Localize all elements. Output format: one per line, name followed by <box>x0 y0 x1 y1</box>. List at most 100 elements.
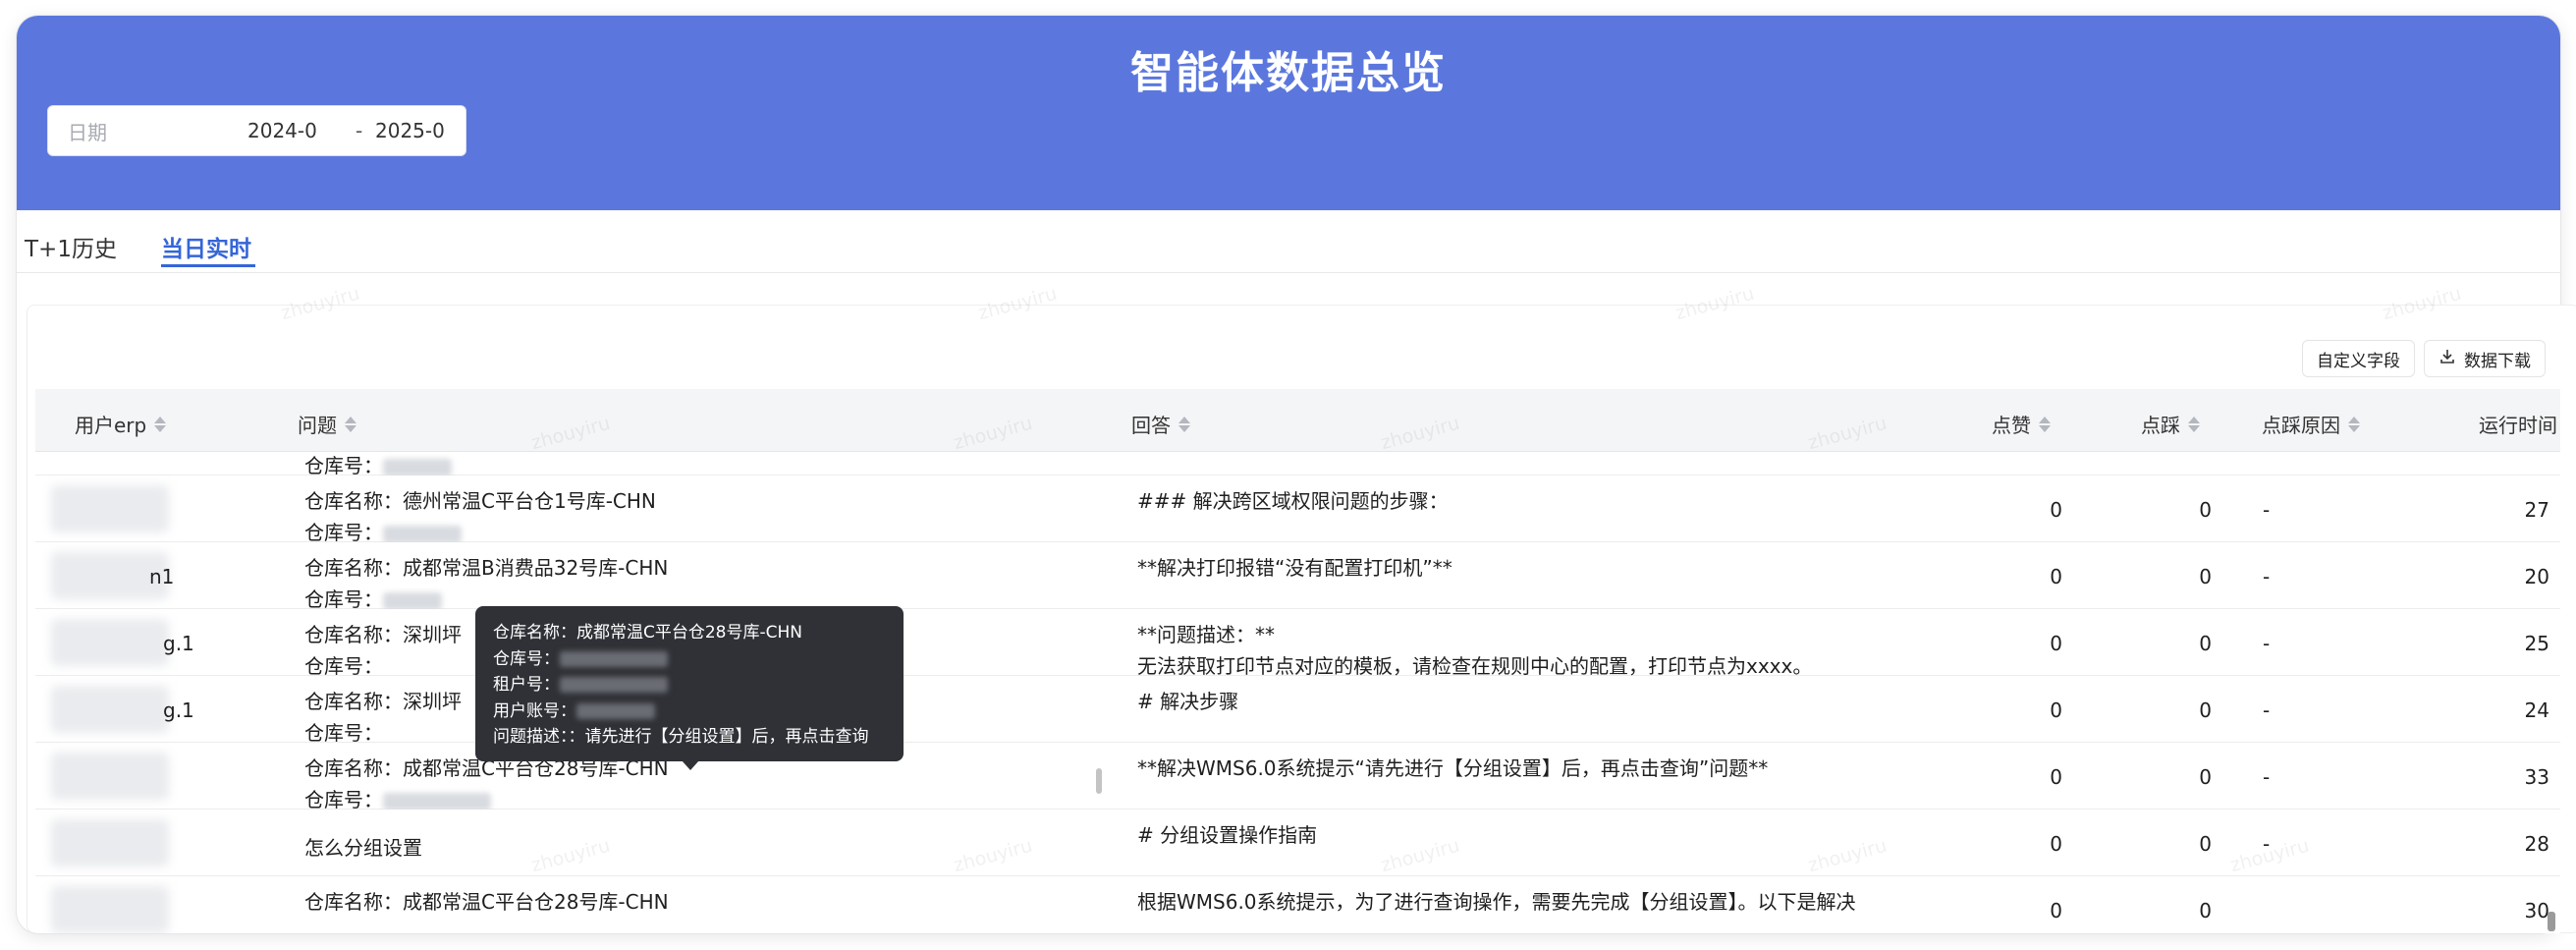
answer-line-1: 根据WMS6.0系统提示，为了进行查询操作，需要先完成【分组设置】。以下是解决 <box>1137 890 1856 914</box>
user-erp: g.1 <box>163 632 194 655</box>
sort-caret-icon[interactable] <box>345 416 356 432</box>
answer-line-1: **问题描述：** <box>1137 623 1275 646</box>
likes-count: 0 <box>2050 765 2062 789</box>
dislikes-count: 0 <box>2199 899 2212 922</box>
table-scrollbar[interactable] <box>2548 912 2555 931</box>
sort-caret-icon[interactable] <box>154 416 167 432</box>
tooltip-warehouse-no: 仓库号： <box>493 646 886 673</box>
tab-history[interactable]: T+1历史 <box>25 230 117 263</box>
likes-count: 0 <box>2050 498 2062 522</box>
date-start-input[interactable]: 2024-0 <box>247 119 317 142</box>
question-warehouse-no: 仓库号： <box>304 452 452 478</box>
run-time: 25 <box>2524 632 2549 655</box>
sort-caret-icon[interactable] <box>2039 416 2051 432</box>
table-row[interactable]: 仓库名称：成都常温C平台仓28号库-CHN 根据WMS6.0系统提示，为了进行查… <box>35 876 2560 933</box>
column-user[interactable]: 用户erp <box>75 410 167 438</box>
run-time: 28 <box>2524 832 2549 856</box>
user-avatar-redacted <box>51 485 169 532</box>
user-avatar-redacted <box>51 753 169 800</box>
dislikes-count: 0 <box>2199 699 2212 722</box>
table-row[interactable]: g.1 仓库名称：深圳坪 仓库号： # 解决步骤 0 0 - 24 <box>35 676 2560 745</box>
table-body: yxyangalyan1 仓库号： 仓库名称：德州常温C平台仓1号库-CHN 仓… <box>35 452 2560 933</box>
dislike-reason: - <box>2263 632 2271 655</box>
column-dislike-reason[interactable]: 点踩原因 <box>2262 410 2360 438</box>
user-avatar-redacted <box>51 819 169 866</box>
answer-line-2: 无法获取打印节点对应的模板，请检查在规则中心的配置，打印节点为xxxx。 <box>1137 654 1813 678</box>
user-erp: g.1 <box>163 699 194 722</box>
tooltip-user-account: 用户账号： <box>493 699 886 725</box>
table-row[interactable]: 怎么分组设置 # 分组设置操作指南 0 0 - 28 <box>35 810 2560 876</box>
answer-line-1: **解决WMS6.0系统提示“请先进行【分组设置】后，再点击查询”问题** <box>1137 756 1769 780</box>
question-line-1: 仓库名称：成都常温B消费品32号库-CHN <box>304 556 669 580</box>
question-line-1: 仓库名称：深圳坪 <box>304 623 462 646</box>
date-label: 日期 <box>68 120 107 144</box>
run-time: 30 <box>2524 899 2549 922</box>
question-line-2: 仓库号： <box>304 784 491 812</box>
active-tab-indicator <box>161 264 255 267</box>
download-label: 数据下载 <box>2464 351 2531 371</box>
sort-caret-icon[interactable] <box>1178 416 1190 432</box>
tooltip-warehouse-name: 仓库名称：成都常温C平台仓28号库-CHN <box>493 623 803 643</box>
date-separator: - <box>356 119 363 142</box>
table-row[interactable]: 仓库名称：德州常温C平台仓1号库-CHN 仓库号： ### 解决跨区域权限问题的… <box>35 475 2560 545</box>
dislike-reason: - <box>2263 699 2271 722</box>
dislikes-count: 0 <box>2199 498 2212 522</box>
answer-line-1: # 解决步骤 <box>1137 690 1239 713</box>
likes-count: 0 <box>2050 565 2062 588</box>
question-line-1: 怎么分组设置 <box>304 836 422 860</box>
sort-caret-icon[interactable] <box>2188 416 2200 432</box>
tooltip-problem-desc: 问题描述：：请先进行【分组设置】后，再点击查询 <box>493 727 869 747</box>
dislike-reason: - <box>2263 765 2271 789</box>
table-row[interactable]: 仓库名称：成都常温C平台仓28号库-CHN 仓库号： **解决WMS6.0系统提… <box>35 743 2560 812</box>
answer-line-1: ### 解决跨区域权限问题的步骤： <box>1137 489 1449 513</box>
column-answer[interactable]: 回答 <box>1131 410 1190 438</box>
tab-realtime[interactable]: 当日实时 <box>161 230 251 263</box>
dislike-reason: - <box>2263 498 2271 522</box>
download-button[interactable]: 数据下载 <box>2424 340 2546 377</box>
dislikes-count: 0 <box>2199 565 2212 588</box>
column-dislikes[interactable]: 点踩 <box>2141 410 2200 438</box>
table-row[interactable]: n1 仓库名称：成都常温B消费品32号库-CHN 仓库号： **解决打印报错“没… <box>35 542 2560 612</box>
tooltip-tenant-no: 租户号： <box>493 672 886 699</box>
run-time: 33 <box>2524 765 2549 789</box>
user-avatar-redacted <box>51 886 169 933</box>
run-time: 24 <box>2524 699 2549 722</box>
tab-bar: T+1历史 当日实时 <box>17 195 2560 273</box>
answer-line-1: # 分组设置操作指南 <box>1137 823 1318 847</box>
dislikes-count: 0 <box>2199 765 2212 789</box>
date-range-picker[interactable]: 日期 2024-0 - 2025-0 <box>47 105 466 156</box>
answer-line-1: **解决打印报错“没有配置打印机”** <box>1137 556 1452 580</box>
question-tooltip: 仓库名称：成都常温C平台仓28号库-CHN 仓库号： 租户号： 用户账号： 问题… <box>475 606 904 770</box>
run-time: 27 <box>2524 498 2549 522</box>
dislike-reason: - <box>2263 832 2271 856</box>
tooltip-arrow <box>682 760 699 770</box>
user-avatar-redacted <box>51 619 169 666</box>
question-line-2: 仓库号： <box>304 584 442 612</box>
date-end-input[interactable]: 2025-0 <box>375 119 445 142</box>
question-line-2: 仓库号： <box>304 517 462 545</box>
custom-fields-label: 自定义字段 <box>2317 351 2400 371</box>
sort-caret-icon[interactable] <box>2348 416 2360 432</box>
custom-fields-button[interactable]: 自定义字段 <box>2302 340 2415 377</box>
table-row[interactable]: g.1 仓库名称：深圳坪 仓库号： **问题描述：** 无法获取打印节点对应的模… <box>35 609 2560 678</box>
dislikes-count: 0 <box>2199 832 2212 856</box>
dislikes-count: 0 <box>2199 632 2212 655</box>
likes-count: 0 <box>2050 632 2062 655</box>
dislike-reason: - <box>2263 565 2271 588</box>
question-line-2: 仓库号： <box>304 654 383 678</box>
run-time: 20 <box>2524 565 2549 588</box>
page-title: 智能体数据总览 <box>1130 48 1447 98</box>
question-line-1: 仓库名称：深圳坪 <box>304 690 462 713</box>
column-run-time[interactable]: 运行时间 <box>2479 410 2557 438</box>
table-header: 用户erp 问题 回答 点赞 点踩 点踩原因 运行时间 <box>35 389 2560 452</box>
user-erp: n1 <box>149 565 175 588</box>
header-banner: 智能体数据总览 日期 2024-0 - 2025-0 <box>17 16 2560 210</box>
likes-count: 0 <box>2050 832 2062 856</box>
column-likes[interactable]: 点赞 <box>1992 410 2051 438</box>
answer-cell-scrollbar[interactable] <box>1096 768 1102 794</box>
table-row[interactable]: yxyangalyan1 仓库号： <box>35 452 2560 478</box>
user-avatar-redacted <box>51 686 169 733</box>
question-line-1: 仓库名称：成都常温C平台仓28号库-CHN <box>304 890 669 914</box>
likes-count: 0 <box>2050 899 2062 922</box>
column-question[interactable]: 问题 <box>298 410 356 438</box>
